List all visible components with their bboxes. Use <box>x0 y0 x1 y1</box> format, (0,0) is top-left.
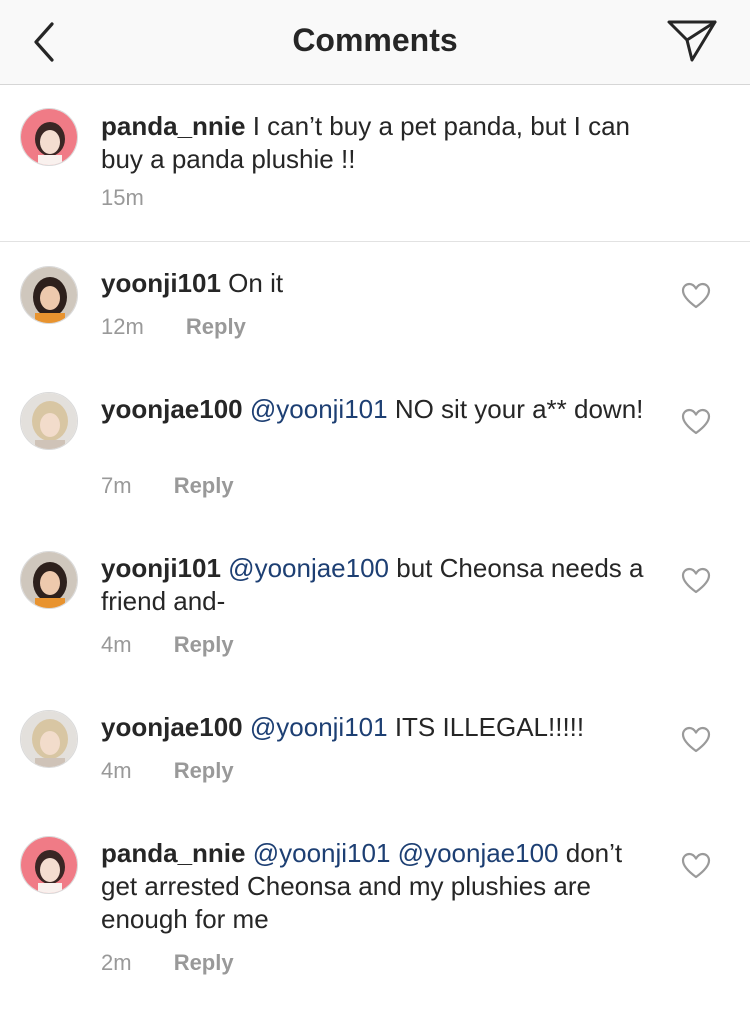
caption-username[interactable]: panda_nnie <box>101 111 245 141</box>
timestamp: 4m <box>101 632 132 657</box>
post-caption: panda_nnie I can’t buy a pet panda, but … <box>0 85 750 242</box>
comment-username[interactable]: yoonji101 <box>101 553 221 583</box>
comment-item: yoonjae100 @yoonji101 NO sit your a** do… <box>0 367 750 526</box>
avatar-photo-icon <box>21 393 77 449</box>
avatar-photo-icon <box>21 552 77 608</box>
reply-button[interactable]: Reply <box>174 473 234 499</box>
top-bar: Comments <box>0 0 750 85</box>
comment-text: panda_nnie @yoonji101 @yoonjae100 don’t … <box>101 837 661 936</box>
comment-item: yoonji101 On it 12m Reply <box>0 241 750 367</box>
avatar[interactable] <box>20 108 78 166</box>
comment-body: On it <box>228 268 284 298</box>
comment-meta: 2m Reply <box>101 950 234 976</box>
comment-text: yoonjae100 @yoonji101 NO sit your a** do… <box>101 393 661 426</box>
paper-plane-icon <box>667 20 717 62</box>
like-heart-icon[interactable] <box>681 567 711 595</box>
mention-link[interactable]: @yoonji101 <box>250 712 388 742</box>
comment-meta: 4m Reply <box>101 632 234 658</box>
comment-body: NO sit your a** down! <box>394 394 644 424</box>
timestamp: 2m <box>101 950 132 975</box>
like-heart-icon[interactable] <box>681 408 711 436</box>
comment-text: yoonjae100 @yoonji101 ITS ILLEGAL!!!!! <box>101 711 661 744</box>
timestamp: 15m <box>101 185 144 210</box>
comment-text: yoonji101 @yoonjae100 but Cheonsa needs … <box>101 552 661 618</box>
comment-item: panda_nnie @yoonji101 @yoonjae100 don’t … <box>0 811 750 1011</box>
avatar-photo-icon <box>21 837 77 893</box>
mention-link[interactable]: @yoonjae100 <box>398 838 559 868</box>
timestamp: 12m <box>101 314 144 339</box>
like-heart-icon[interactable] <box>681 282 711 310</box>
mention-link[interactable]: @yoonjae100 <box>228 553 389 583</box>
page-title: Comments <box>292 22 458 58</box>
timestamp: 4m <box>101 758 132 783</box>
reply-button[interactable]: Reply <box>174 632 234 658</box>
comment-username[interactable]: yoonji101 <box>101 268 221 298</box>
comment-username[interactable]: panda_nnie <box>101 838 245 868</box>
comment-meta: 7m Reply <box>101 473 234 499</box>
comment-item: yoonji101 @yoonjae100 but Cheonsa needs … <box>0 526 750 685</box>
like-heart-icon[interactable] <box>681 852 711 880</box>
comment-body: ITS ILLEGAL!!!!! <box>394 712 585 742</box>
avatar-photo-icon <box>21 109 77 165</box>
mention-link[interactable]: @yoonji101 <box>250 394 388 424</box>
avatar[interactable] <box>20 836 78 894</box>
comment-username[interactable]: yoonjae100 <box>101 712 243 742</box>
comment-meta: 4m Reply <box>101 758 234 784</box>
avatar[interactable] <box>20 710 78 768</box>
comment-text: yoonji101 On it <box>101 267 661 300</box>
avatar[interactable] <box>20 551 78 609</box>
comment-item: yoonjae100 @yoonji101 ITS ILLEGAL!!!!! 4… <box>0 685 750 811</box>
comment-username[interactable]: yoonjae100 <box>101 394 243 424</box>
reply-button[interactable]: Reply <box>174 950 234 976</box>
reply-button[interactable]: Reply <box>186 314 246 340</box>
like-heart-icon[interactable] <box>681 726 711 754</box>
avatar[interactable] <box>20 392 78 450</box>
avatar-photo-icon <box>21 711 77 767</box>
caption-text: panda_nnie I can’t buy a pet panda, but … <box>101 110 661 176</box>
comment-meta: 12m Reply <box>101 314 246 340</box>
timestamp: 7m <box>101 473 132 498</box>
reply-button[interactable]: Reply <box>174 758 234 784</box>
caption-meta: 15m <box>101 185 144 211</box>
avatar-photo-icon <box>21 267 77 323</box>
avatar[interactable] <box>20 266 78 324</box>
mention-link[interactable]: @yoonji101 <box>253 838 391 868</box>
share-button[interactable] <box>665 16 719 66</box>
